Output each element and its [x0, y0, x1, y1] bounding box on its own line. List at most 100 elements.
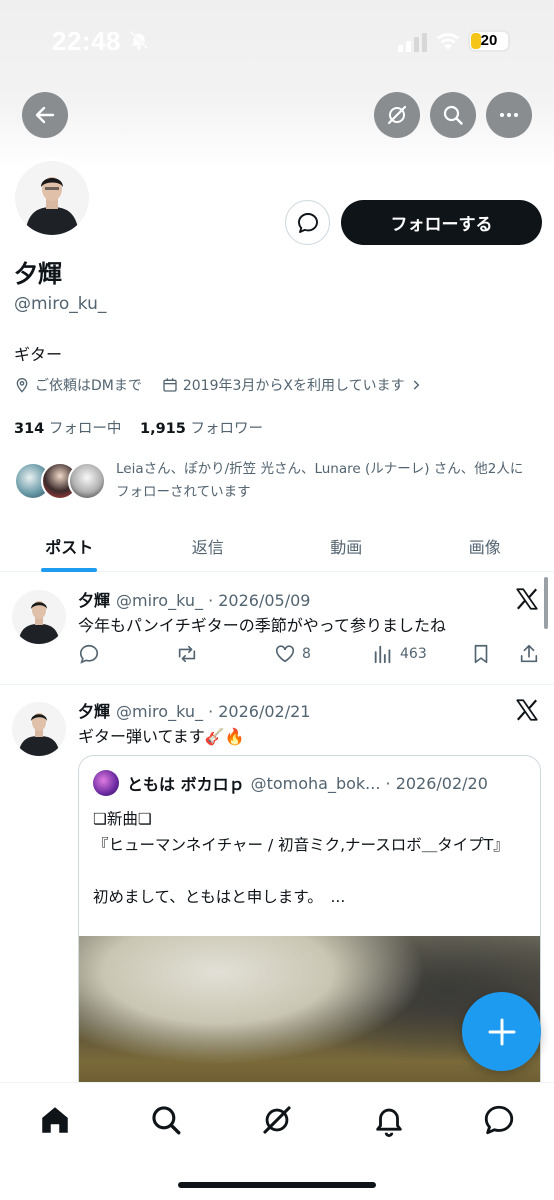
quote-line: ❏新曲❏ [93, 810, 152, 828]
profile-display-name: 夕輝 [14, 260, 62, 288]
bookmark-button[interactable] [470, 643, 492, 665]
mutual-avatar [68, 462, 106, 500]
views-button[interactable]: 463 [372, 643, 427, 665]
post-meta: @miro_ku_ · 2026/05/09 [116, 591, 311, 610]
message-button[interactable] [285, 200, 330, 245]
quote-line: 初めまして、ともはと申します。 ... [93, 888, 346, 906]
avatar-image [15, 161, 89, 235]
home-indicator[interactable] [178, 1182, 376, 1188]
nav-search[interactable] [149, 1103, 183, 1137]
battery-percent: 20 [480, 32, 498, 49]
post-avatar[interactable] [12, 702, 66, 756]
mutual-avatars [14, 462, 106, 502]
quote-meta: @tomoha_bok... · 2026/02/20 [250, 773, 488, 793]
post-item[interactable]: 夕輝 @miro_ku_ · 2026/05/09 今年もパンイチギターの季節がや… [0, 572, 554, 685]
profile-location: ご依頼はDMまで [14, 375, 142, 395]
like-count: 8 [302, 646, 311, 662]
profile-joined[interactable]: 2019年3月からXを利用しています [162, 375, 428, 395]
like-button[interactable]: 8 [274, 643, 311, 665]
repost-button[interactable] [176, 643, 198, 665]
scroll-indicator[interactable] [544, 577, 548, 629]
followers-count: 1,915 [140, 421, 186, 437]
location-pin-icon [16, 378, 28, 393]
nav-notifications[interactable] [372, 1103, 406, 1137]
grok-icon [263, 1106, 291, 1134]
post-avatar[interactable] [12, 590, 66, 644]
search-icon [443, 105, 463, 125]
search-button[interactable] [430, 92, 476, 138]
search-icon [152, 1106, 181, 1135]
tab-posts[interactable]: ポスト [0, 520, 139, 572]
share-icon [520, 644, 538, 663]
battery-indicator: 20 [468, 30, 510, 52]
post-author-name[interactable]: 夕輝 [78, 702, 110, 721]
quote-text: ❏新曲❏ 『ヒューマンネイチャー / 初音ミク,ナースロボ＿タイプT』 初めまし… [93, 806, 523, 910]
followers-link[interactable]: 1,915 フォロワー [140, 421, 263, 437]
profile-meta: ご依頼はDMまで 2019年3月からXを利用しています [14, 375, 428, 395]
grok-icon [387, 105, 407, 125]
post-text: ギター弾いてます🎸🔥 [78, 727, 245, 746]
profile-bio: ギター [14, 345, 63, 364]
signal-icon [398, 33, 427, 52]
followers-you-know[interactable]: Leiaさん、ぽかり/折笠 光さん、Lunare (ルナーレ) さん、他2人にフ… [14, 458, 544, 506]
tab-label: ポスト [45, 538, 94, 557]
home-icon [42, 1107, 68, 1133]
heart-icon [275, 645, 295, 663]
location-text: ご依頼はDMまで [35, 378, 142, 394]
tab-label: 動画 [330, 538, 363, 557]
nav-messages[interactable] [482, 1103, 516, 1137]
views-count: 463 [400, 646, 427, 662]
x-logo-icon [516, 699, 538, 721]
calendar-icon [163, 378, 177, 392]
nav-home[interactable] [38, 1103, 72, 1137]
chat-bubble-icon [297, 212, 318, 233]
status-bar: 22:48 20 [0, 0, 554, 80]
quote-post[interactable]: ともは ボカロｐ @tomoha_bok... · 2026/02/20 ❏新曲… [78, 755, 541, 1115]
more-icon [500, 113, 518, 117]
post-author-name[interactable]: 夕輝 [78, 591, 110, 610]
views-chart-icon [374, 645, 391, 664]
reply-icon [79, 644, 99, 664]
quote-author-name: ともは ボカロｐ [127, 775, 245, 794]
wifi-icon [437, 33, 459, 50]
status-time: 22:48 [52, 26, 121, 56]
quote-header: ともは ボカロｐ @tomoha_bok... · 2026/02/20 [93, 770, 488, 796]
following-label: フォロー中 [48, 421, 122, 437]
bell-icon [376, 1108, 402, 1137]
reply-button[interactable] [78, 643, 100, 665]
follow-stats: 314 フォロー中 1,915 フォロワー [14, 417, 263, 438]
post-actions: 8 463 [78, 643, 540, 669]
chat-bubble-icon [484, 1105, 514, 1135]
post-meta: @miro_ku_ · 2026/02/21 [116, 702, 311, 721]
tab-images[interactable]: 画像 [416, 520, 554, 572]
repost-icon [178, 645, 196, 663]
plus-icon [488, 1018, 515, 1045]
tab-replies[interactable]: 返信 [139, 520, 278, 572]
quote-avatar [93, 770, 119, 796]
bookmark-icon [474, 644, 488, 664]
share-button[interactable] [518, 643, 540, 665]
post-text: 今年もパンイチギターの季節がやって参りましたね [78, 616, 447, 635]
followed-by-text: Leiaさん、ぽかり/折笠 光さん、Lunare (ルナーレ) さん、他2人にフ… [116, 461, 524, 500]
following-count: 314 [14, 421, 45, 437]
post-header: 夕輝 @miro_ku_ · 2026/02/21 [78, 698, 310, 722]
tab-videos[interactable]: 動画 [277, 520, 416, 572]
profile-tabs: ポスト 返信 動画 画像 [0, 520, 554, 572]
quote-line: 『ヒューマンネイチャー / 初音ミク,ナースロボ＿タイプT』 [93, 836, 509, 854]
following-link[interactable]: 314 フォロー中 [14, 421, 121, 437]
bell-muted-icon [129, 30, 149, 50]
more-button[interactable] [486, 92, 532, 138]
back-button[interactable] [22, 92, 68, 138]
tab-label: 返信 [191, 538, 224, 557]
followers-label: フォロワー [190, 421, 263, 437]
profile-avatar[interactable] [12, 158, 92, 238]
follow-button[interactable]: フォローする [341, 200, 542, 245]
chevron-right-icon [413, 380, 419, 390]
grok-button[interactable] [374, 92, 420, 138]
compose-post-button[interactable] [462, 992, 541, 1071]
post-header: 夕輝 @miro_ku_ · 2026/05/09 [78, 587, 310, 611]
avatar-image [12, 702, 66, 756]
avatar-image [12, 590, 66, 644]
nav-grok[interactable] [260, 1103, 294, 1137]
profile-handle: @miro_ku_ [14, 294, 107, 314]
